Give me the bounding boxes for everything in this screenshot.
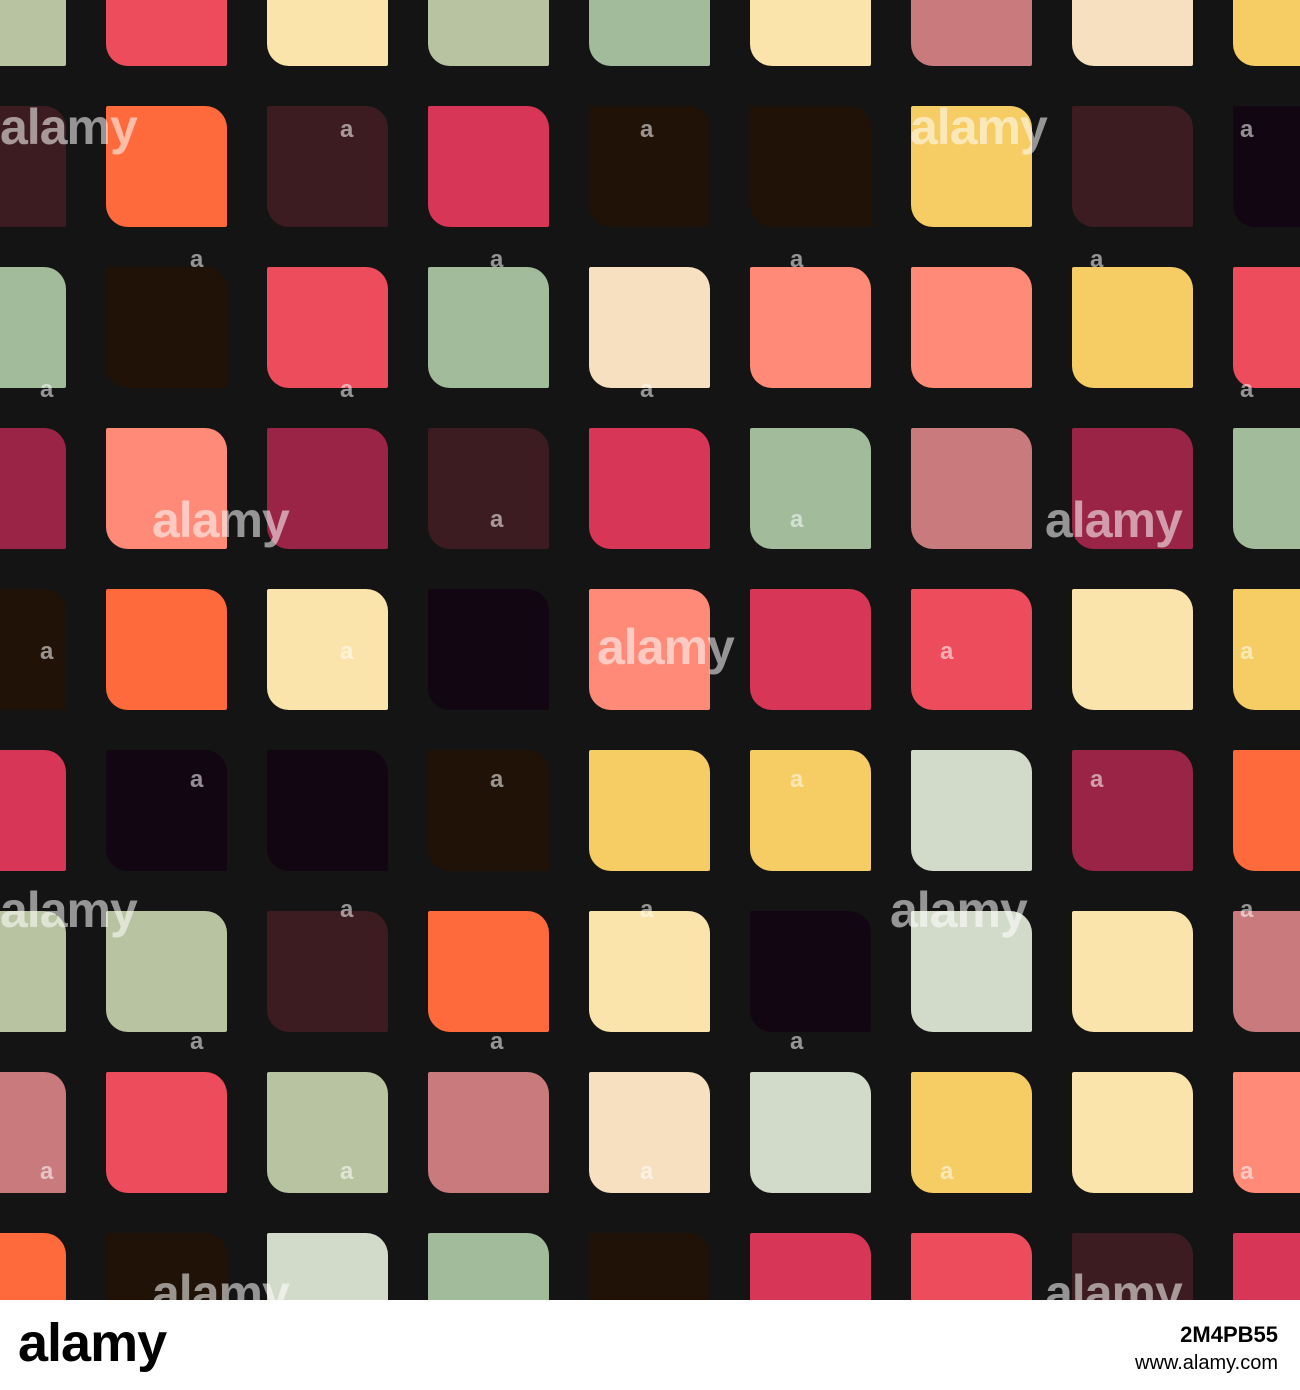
color-tile xyxy=(0,0,66,66)
color-tile xyxy=(589,428,710,549)
color-tile xyxy=(1072,589,1193,710)
color-tile xyxy=(911,0,1032,66)
color-tile xyxy=(589,106,710,227)
color-tile xyxy=(911,911,1032,1032)
site-url: www.alamy.com xyxy=(1135,1352,1278,1374)
color-tile xyxy=(428,911,549,1032)
color-tile xyxy=(1072,1233,1193,1300)
color-tile xyxy=(0,1233,66,1300)
color-tile xyxy=(428,589,549,710)
color-tile xyxy=(428,750,549,871)
color-tile xyxy=(911,750,1032,871)
footer-bar: alamy 2M4PB55 www.alamy.com xyxy=(0,1300,1300,1390)
color-tile xyxy=(1072,267,1193,388)
color-tile xyxy=(267,589,388,710)
color-tile xyxy=(106,0,227,66)
image-id: 2M4PB55 xyxy=(1180,1322,1278,1347)
color-tile xyxy=(911,1233,1032,1300)
color-tile xyxy=(1233,911,1300,1032)
color-tile xyxy=(589,911,710,1032)
color-tile xyxy=(267,911,388,1032)
color-tile xyxy=(911,428,1032,549)
color-tile xyxy=(106,1072,227,1193)
color-tile xyxy=(1072,428,1193,549)
color-tile xyxy=(0,911,66,1032)
color-tile xyxy=(267,428,388,549)
color-tile xyxy=(267,106,388,227)
color-tile xyxy=(0,106,66,227)
color-tile xyxy=(750,1072,871,1193)
color-tile xyxy=(106,589,227,710)
color-tile xyxy=(428,267,549,388)
color-tile xyxy=(750,911,871,1032)
color-tile xyxy=(0,267,66,388)
color-tile xyxy=(1233,1072,1300,1193)
color-tile xyxy=(1233,106,1300,227)
color-tile xyxy=(911,589,1032,710)
color-tile xyxy=(0,589,66,710)
watermark-mark: a xyxy=(490,1028,504,1055)
color-tile xyxy=(267,1233,388,1300)
color-tile xyxy=(1233,1233,1300,1300)
color-tile xyxy=(267,0,388,66)
footer-info: 2M4PB55 www.alamy.com xyxy=(1135,1322,1278,1375)
color-tile xyxy=(106,428,227,549)
color-tile xyxy=(106,1233,227,1300)
color-tile xyxy=(589,1072,710,1193)
color-tile xyxy=(428,1233,549,1300)
color-tile xyxy=(1072,750,1193,871)
color-tile xyxy=(0,1072,66,1193)
color-tile xyxy=(1072,106,1193,227)
color-tile xyxy=(750,0,871,66)
tile-pattern: alamy alamy alamy alamy alamy alamy alamy alamy… xyxy=(0,0,1300,1300)
color-tile xyxy=(267,267,388,388)
color-tile xyxy=(1072,1072,1193,1193)
color-tile xyxy=(750,589,871,710)
watermark-mark: a xyxy=(190,1028,204,1055)
color-tile xyxy=(1233,428,1300,549)
color-tile xyxy=(750,750,871,871)
color-tile xyxy=(750,106,871,227)
color-tile xyxy=(0,750,66,871)
color-tile xyxy=(106,750,227,871)
color-tile xyxy=(589,1233,710,1300)
color-tile xyxy=(106,267,227,388)
color-tile xyxy=(267,750,388,871)
color-tile xyxy=(750,267,871,388)
color-tile xyxy=(589,0,710,66)
color-tile xyxy=(750,1233,871,1300)
color-tile xyxy=(428,0,549,66)
color-tile xyxy=(911,106,1032,227)
color-tile xyxy=(428,428,549,549)
color-tile xyxy=(589,267,710,388)
color-tile xyxy=(428,1072,549,1193)
color-tile xyxy=(1233,0,1300,66)
watermark-mark: a xyxy=(790,1028,804,1055)
color-tile xyxy=(267,1072,388,1193)
color-tile xyxy=(589,750,710,871)
color-tile xyxy=(589,589,710,710)
color-tile xyxy=(911,1072,1032,1193)
color-tile xyxy=(106,106,227,227)
color-tile xyxy=(1072,0,1193,66)
color-tile xyxy=(1233,267,1300,388)
color-tile xyxy=(428,106,549,227)
color-tile xyxy=(106,911,227,1032)
color-tile xyxy=(750,428,871,549)
color-tile xyxy=(911,267,1032,388)
color-tile xyxy=(1072,911,1193,1032)
alamy-logo: alamy xyxy=(18,1313,167,1373)
color-tile xyxy=(1233,589,1300,710)
color-tile xyxy=(1233,750,1300,871)
color-tile xyxy=(0,428,66,549)
